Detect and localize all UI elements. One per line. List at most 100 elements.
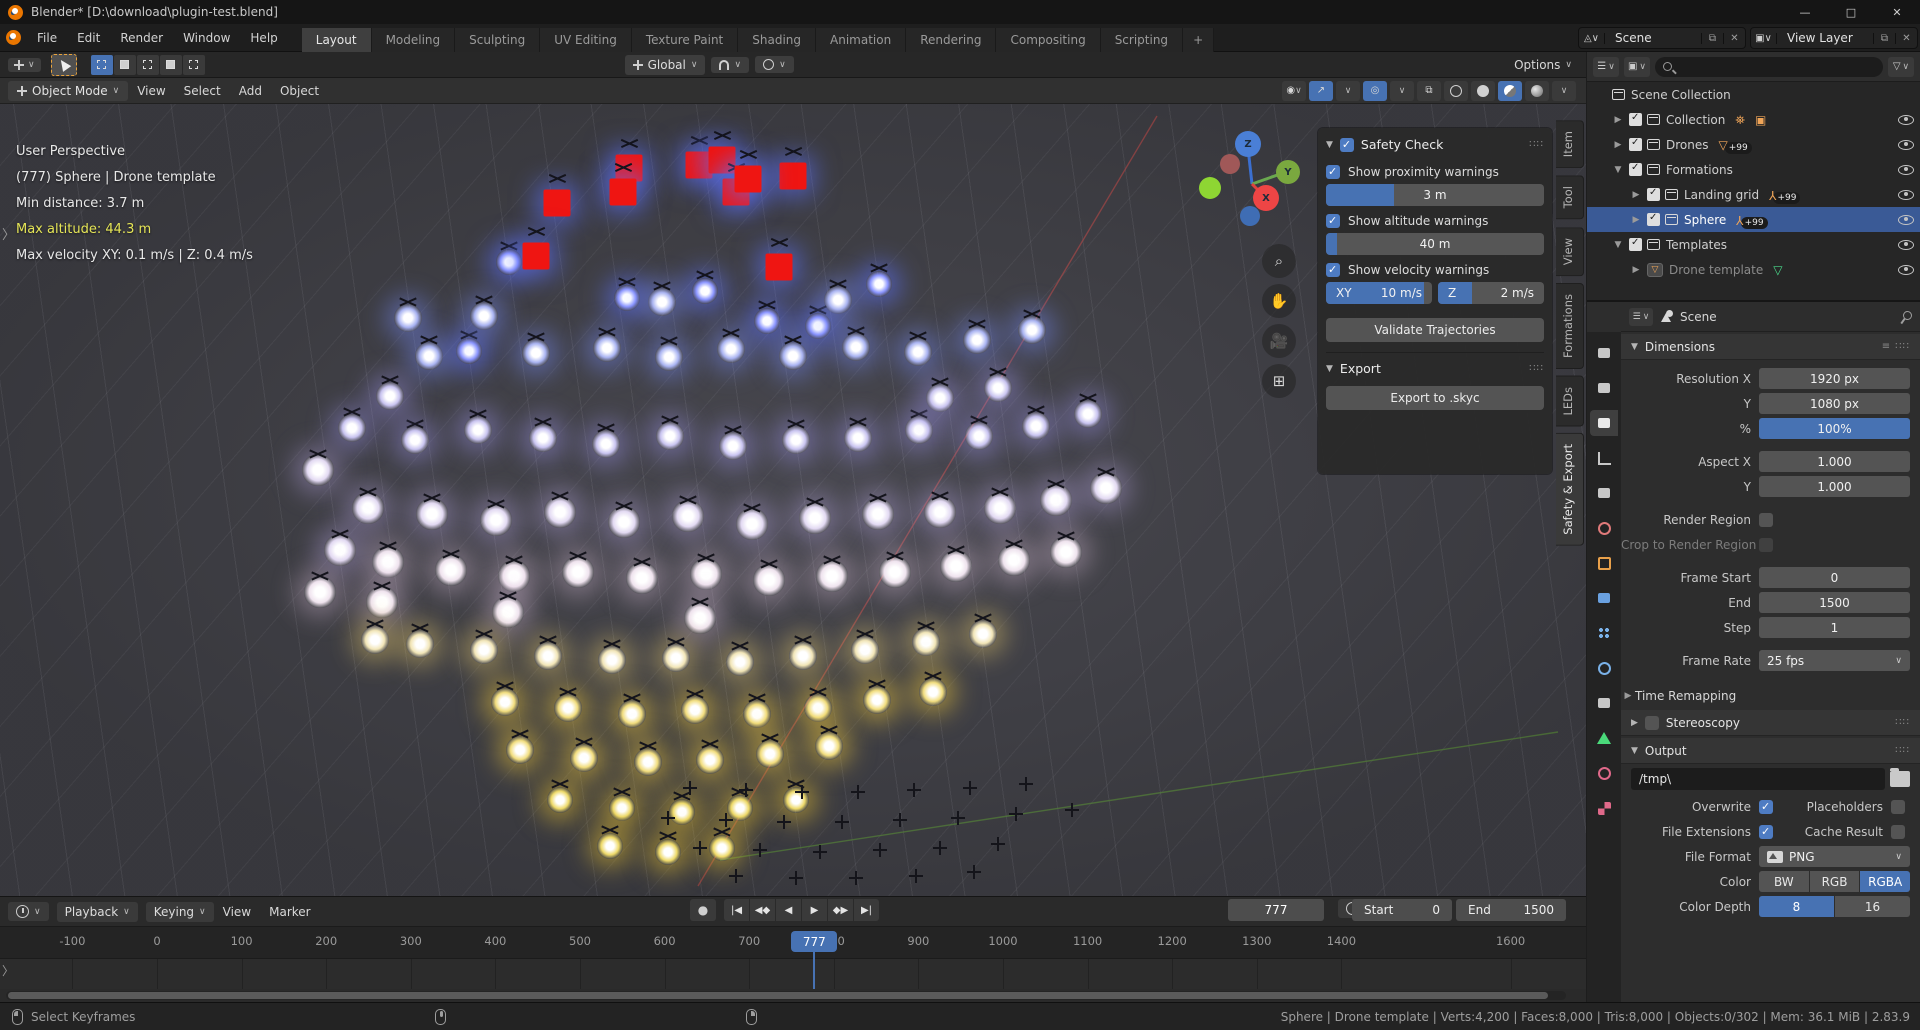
color-option-rgb[interactable]: RGB	[1810, 871, 1860, 892]
workspace-tab-layout[interactable]: Layout	[302, 28, 372, 52]
perspective-toggle-button[interactable]: ⊞	[1262, 364, 1296, 398]
view-layer-name[interactable]: View Layer	[1777, 31, 1873, 45]
hide-in-viewport-toggle[interactable]	[1898, 190, 1914, 200]
frame-start-field-timeline[interactable]: Start0	[1352, 899, 1452, 921]
mode-dropdown[interactable]: Object Mode∨	[8, 81, 128, 101]
properties-tab-constraints[interactable]	[1590, 690, 1618, 716]
cache-result-checkbox[interactable]	[1891, 825, 1905, 839]
stereoscopy-checkbox[interactable]	[1645, 716, 1659, 730]
timeline-editor-type-dropdown[interactable]: ∨	[8, 902, 49, 921]
select-mode-box[interactable]	[91, 55, 113, 75]
frame-start-field[interactable]: 0	[1759, 567, 1910, 588]
proportional-editing-toggle[interactable]: ∨	[755, 56, 794, 73]
select-mode-invert[interactable]	[160, 55, 182, 75]
scene-unlink-button[interactable]: ✕	[1723, 33, 1745, 44]
folder-icon[interactable]	[1890, 771, 1910, 787]
workspace-tab-animation[interactable]: Animation	[816, 28, 906, 52]
view-layer-remove-button[interactable]: ✕	[1895, 33, 1917, 44]
safety-check-header[interactable]: ▼ Safety Check ∷∷	[1326, 134, 1544, 158]
output-section-header[interactable]: ▼Output ∷∷	[1621, 738, 1920, 764]
properties-tab-scene[interactable]	[1590, 480, 1618, 506]
hide-in-viewport-toggle[interactable]	[1898, 115, 1914, 125]
auto-keying-button[interactable]: ●	[690, 899, 716, 921]
sidebar-tab-item[interactable]: Item	[1556, 120, 1584, 168]
properties-tab-object[interactable]	[1590, 550, 1618, 576]
sidebar-tab-formations[interactable]: Formations	[1556, 283, 1584, 369]
outliner-row-sphere[interactable]: ▶SphereY+99	[1587, 207, 1920, 232]
gizmo-axis-Y[interactable]: Y	[1276, 160, 1300, 184]
validate-trajectories-button[interactable]: Validate Trajectories	[1326, 318, 1544, 342]
altitude-slider[interactable]: 40 m	[1326, 233, 1544, 255]
velocity-xy-slider[interactable]: XY10 m/s	[1326, 282, 1432, 304]
timeline-menu-view[interactable]: View	[214, 902, 260, 922]
next-keyframe-button[interactable]: ◆▶	[828, 899, 853, 921]
properties-tab-data[interactable]	[1590, 725, 1618, 751]
scene-copy-button[interactable]: ⧉	[1701, 33, 1723, 44]
file-extensions-checkbox[interactable]	[1759, 825, 1773, 839]
collection-checkbox[interactable]	[1647, 213, 1660, 226]
outliner-item-label[interactable]: Templates	[1666, 238, 1727, 252]
shading-solid-button[interactable]	[1471, 81, 1495, 101]
gizmo-axis-neg[interactable]	[1220, 154, 1240, 174]
show-gizmo-toggle[interactable]: ↗	[1309, 81, 1333, 101]
close-button[interactable]: ✕	[1874, 0, 1920, 24]
viewport-menu-view[interactable]: View	[128, 81, 174, 101]
expand-arrow-icon[interactable]: ▼	[1611, 165, 1625, 175]
outliner-item-label[interactable]: Landing grid	[1684, 188, 1759, 202]
outliner-row-landing-grid[interactable]: ▶Landing gridY+99	[1587, 182, 1920, 207]
outliner-item-label[interactable]: Formations	[1666, 163, 1733, 177]
viewport-menu-add[interactable]: Add	[230, 81, 271, 101]
collection-checkbox[interactable]	[1629, 163, 1642, 176]
outliner-item-label[interactable]: Collection	[1666, 113, 1725, 127]
viewport-menu-object[interactable]: Object	[271, 81, 328, 101]
outliner-row-drones[interactable]: ▶Drones▽+99	[1587, 132, 1920, 157]
collection-checkbox[interactable]	[1629, 138, 1642, 151]
menu-file[interactable]: File	[27, 27, 67, 49]
active-tool-dropdown[interactable]: ∨	[8, 58, 41, 72]
hide-in-viewport-toggle[interactable]	[1898, 140, 1914, 150]
jump-to-end-button[interactable]: ▶|	[854, 899, 879, 921]
panel-grip-icon[interactable]: ∷∷	[1529, 363, 1544, 374]
workspace-tab-scripting[interactable]: Scripting	[1101, 28, 1183, 52]
collapse-arrow-icon[interactable]: ▼	[1326, 364, 1333, 374]
sidebar-tab-tool[interactable]: Tool	[1556, 175, 1584, 219]
frame-rate-dropdown[interactable]: 25 fps∨	[1759, 650, 1910, 671]
sidebar-tab-safety-export[interactable]: Safety & Export	[1556, 433, 1584, 546]
select-mode-subtract[interactable]	[137, 55, 159, 75]
properties-tab-tool[interactable]	[1590, 340, 1618, 366]
shading-rendered-button[interactable]	[1525, 81, 1549, 101]
expand-arrow-icon[interactable]: ▶	[1611, 115, 1625, 125]
playhead-badge[interactable]: 777	[791, 931, 837, 952]
sidebar-tab-view[interactable]: View	[1556, 227, 1584, 276]
outliner-search-input[interactable]	[1655, 57, 1883, 77]
collapse-arrow-icon[interactable]: ▼	[1326, 140, 1333, 150]
properties-tab-physics[interactable]	[1590, 655, 1618, 681]
viewport-menu-select[interactable]: Select	[175, 81, 230, 101]
camera-view-button[interactable]: 🎥	[1262, 324, 1296, 358]
proximity-slider[interactable]: 3 m	[1326, 184, 1544, 206]
move-view-button[interactable]: ✋	[1262, 284, 1296, 318]
overwrite-checkbox[interactable]	[1759, 800, 1773, 814]
current-frame-field[interactable]: 777	[1228, 899, 1324, 921]
resolution-percent-field[interactable]: 100%	[1759, 418, 1910, 439]
dimensions-section-header[interactable]: ▼Dimensions ≡ ∷∷	[1621, 334, 1920, 360]
properties-editor-type-dropdown[interactable]: ☰∨	[1629, 308, 1653, 326]
blender-menu-icon[interactable]	[6, 30, 21, 45]
workspace-tab-compositing[interactable]: Compositing	[996, 28, 1100, 52]
timeline-menu-playback[interactable]: Playback∨	[57, 902, 138, 922]
play-reverse-button[interactable]: ◀	[776, 899, 801, 921]
gizmo-dropdown[interactable]: ∨	[1336, 81, 1360, 101]
timeline-menu-keying[interactable]: Keying∨	[146, 902, 214, 922]
proximity-checkbox[interactable]	[1326, 165, 1340, 179]
workspace-tab-uv-editing[interactable]: UV Editing	[540, 28, 632, 52]
crop-region-checkbox[interactable]	[1759, 538, 1773, 552]
timeline-scrollbar[interactable]	[6, 991, 1566, 1000]
sidebar-tab-leds[interactable]: LEDs	[1556, 376, 1584, 427]
altitude-checkbox[interactable]	[1326, 214, 1340, 228]
timeline-expand-chevron[interactable]: 〉	[2, 962, 14, 979]
gizmo-axis-Z[interactable]: Z	[1235, 131, 1261, 157]
export-skyc-button[interactable]: Export to .skyc	[1326, 386, 1544, 410]
view-layer-browse-icon[interactable]: ▣∨	[1751, 33, 1777, 44]
outliner-item-label[interactable]: Scene Collection	[1631, 88, 1731, 102]
export-section-header[interactable]: ▼ Export ∷∷	[1326, 352, 1544, 382]
